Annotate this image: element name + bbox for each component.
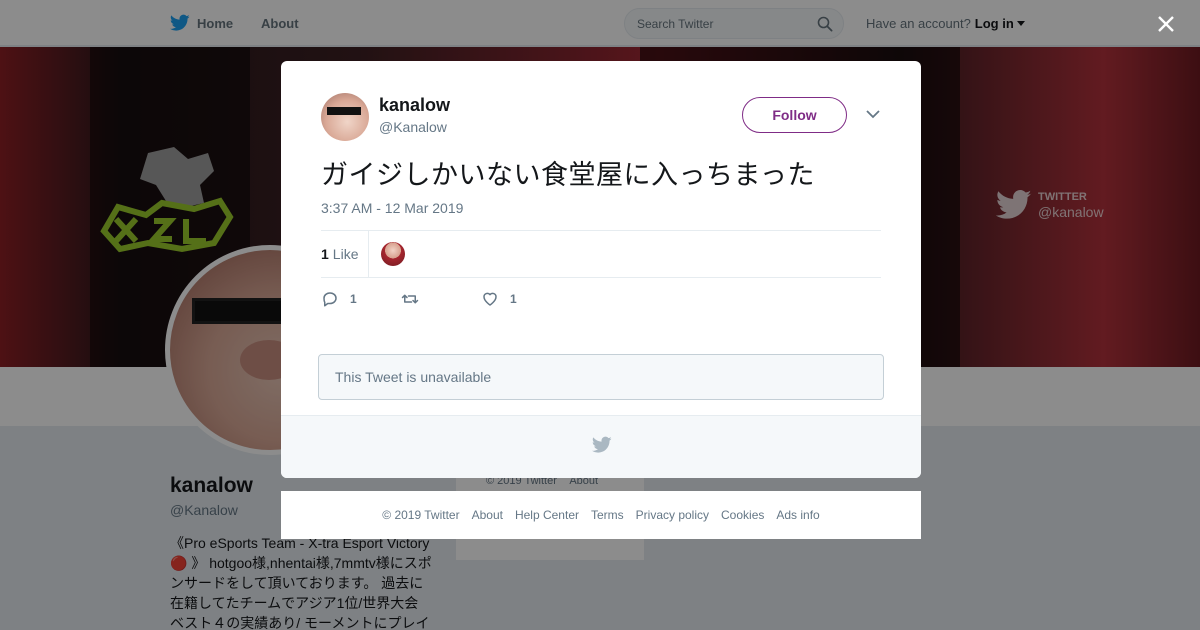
follow-button[interactable]: Follow [742, 97, 847, 133]
tweet-stats: 1 Like [321, 230, 881, 278]
reply-button[interactable]: 1 [321, 290, 357, 308]
close-icon[interactable] [1152, 10, 1180, 38]
reply-count: 1 [350, 292, 357, 306]
like-button[interactable]: 1 [481, 290, 517, 308]
retweet-icon [401, 294, 419, 304]
reply-icon [323, 292, 337, 307]
tweet-text: ガイジしかいない食堂屋に入っちまった [321, 160, 815, 191]
tweet-author-avatar[interactable] [321, 93, 369, 141]
tweet-author-name[interactable]: kanalow [379, 95, 450, 116]
footer-links: © 2019 Twitter About Help Center Terms P… [281, 491, 921, 539]
footer-link-ads-info[interactable]: Ads info [776, 508, 819, 522]
like-count: 1 [321, 246, 329, 262]
stats-divider [368, 231, 369, 277]
footer-link-terms[interactable]: Terms [591, 508, 624, 522]
like-count-stat[interactable]: 1 Like [321, 231, 358, 277]
quoted-tweet-unavailable: This Tweet is unavailable [318, 354, 884, 400]
chevron-down-icon[interactable] [866, 109, 880, 119]
footer-link-about[interactable]: About [472, 508, 503, 522]
twitter-bird-icon [592, 436, 612, 453]
footer-copyright: © 2019 Twitter [382, 508, 460, 522]
modal-footer [281, 415, 921, 478]
footer-link-cookies[interactable]: Cookies [721, 508, 764, 522]
favorite-count: 1 [510, 292, 517, 306]
liker-avatar[interactable] [381, 242, 405, 266]
footer-link-privacy[interactable]: Privacy policy [636, 508, 709, 522]
tweet-timestamp[interactable]: 3:37 AM - 12 Mar 2019 [321, 200, 463, 216]
tweet-author-handle[interactable]: @Kanalow [379, 119, 447, 135]
like-count-label: Like [332, 246, 359, 262]
retweet-button[interactable] [401, 290, 430, 308]
tweet-modal: kanalow @Kanalow Follow ガイジしかいない食堂屋に入っちま… [281, 61, 921, 478]
heart-icon [483, 292, 497, 306]
footer-link-help-center[interactable]: Help Center [515, 508, 579, 522]
avatar-sunglasses [327, 107, 361, 115]
